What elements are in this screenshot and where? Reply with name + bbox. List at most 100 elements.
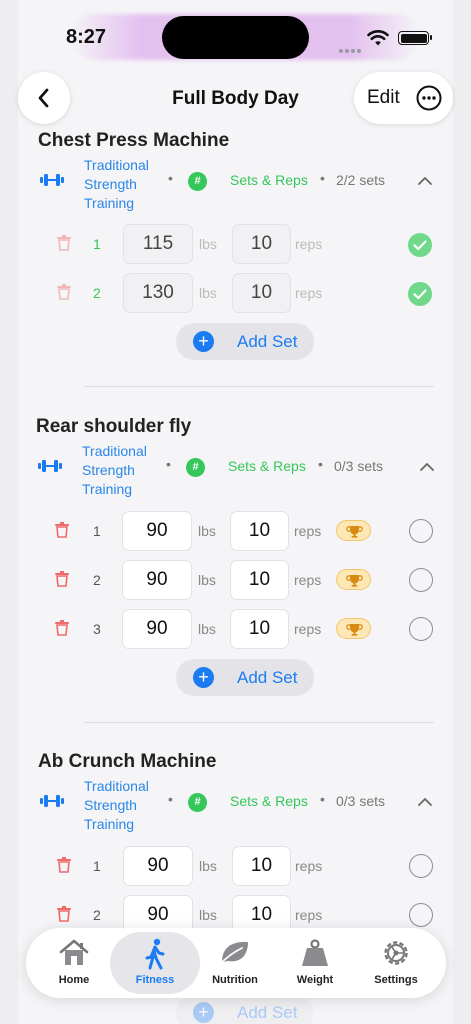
edit-menu-pill: Edit [354, 72, 453, 124]
reps-input[interactable]: 10 [232, 224, 291, 264]
separator-dot: • [318, 456, 323, 472]
reps-input[interactable]: 10 [230, 609, 289, 649]
leaf-icon [219, 941, 248, 965]
trash-icon[interactable] [57, 857, 71, 873]
separator-dot: • [320, 170, 325, 186]
trophy-icon [346, 575, 363, 587]
home-icon [59, 939, 89, 965]
reps-unit: reps [294, 523, 322, 539]
incomplete-circle-icon[interactable] [409, 854, 433, 878]
incomplete-circle-icon[interactable] [409, 519, 433, 543]
chevron-up-icon[interactable] [417, 797, 433, 807]
incomplete-circle-icon[interactable] [409, 903, 433, 927]
tab-label: Fitness [135, 974, 175, 986]
weight-unit: lbs [199, 907, 217, 923]
dynamic-island [162, 16, 309, 59]
battery-icon [398, 31, 432, 45]
weight-unit: lbs [199, 858, 217, 874]
trash-icon[interactable] [57, 235, 71, 251]
trophy-badge[interactable] [336, 569, 371, 590]
tab-weight[interactable]: Weight [275, 928, 355, 998]
gear-icon [384, 941, 408, 965]
more-options-icon[interactable] [416, 85, 442, 111]
trash-icon[interactable] [55, 571, 69, 587]
hash-icon: # [188, 793, 207, 812]
exercise-type: Traditional Strength Training [82, 443, 147, 497]
tab-fitness[interactable]: Fitness [110, 928, 200, 998]
reps-input[interactable]: 10 [230, 560, 289, 600]
reps-input[interactable]: 10 [232, 846, 291, 886]
weight-unit: lbs [199, 285, 217, 301]
incomplete-circle-icon[interactable] [409, 617, 433, 641]
weight-input[interactable]: 90 [123, 846, 193, 886]
weight-input[interactable]: 90 [122, 511, 192, 551]
tracking-mode: Sets & Reps [230, 172, 308, 188]
tab-home[interactable]: Home [34, 928, 114, 998]
weight-unit: lbs [198, 572, 216, 588]
tab-settings[interactable]: Settings [356, 928, 436, 998]
weight-input[interactable]: 90 [122, 609, 192, 649]
set-row: 2 90 lbs 10 reps [0, 560, 471, 600]
set-number: 1 [93, 523, 101, 539]
trophy-badge[interactable] [336, 520, 371, 541]
reps-unit: reps [295, 285, 323, 301]
trophy-icon [346, 624, 363, 636]
incomplete-circle-icon[interactable] [409, 568, 433, 592]
hash-icon: # [186, 458, 205, 477]
reps-input[interactable]: 10 [230, 511, 289, 551]
scale-weight-icon [302, 939, 328, 966]
trash-icon[interactable] [57, 906, 71, 922]
checkmark-circle-icon[interactable] [408, 282, 432, 306]
reps-unit: reps [295, 907, 323, 923]
exercise-type: Traditional Strength Training [84, 157, 149, 211]
status-time: 8:27 [66, 26, 107, 48]
add-set-label: Add Set [237, 668, 298, 687]
weight-input[interactable]: 115 [123, 224, 193, 264]
set-number: 2 [93, 572, 101, 588]
trophy-badge[interactable] [336, 618, 371, 639]
edit-button[interactable]: Edit [367, 87, 400, 109]
weight-input[interactable]: 130 [123, 273, 193, 313]
weight-unit: lbs [199, 236, 217, 252]
set-number: 1 [93, 858, 101, 874]
reps-unit: reps [294, 621, 322, 637]
checkmark-circle-icon[interactable] [408, 233, 432, 257]
trash-icon[interactable] [57, 284, 71, 300]
set-number: 2 [93, 907, 101, 923]
reps-unit: reps [294, 572, 322, 588]
weight-input[interactable]: 90 [122, 560, 192, 600]
plus-circle-icon: + [193, 1002, 214, 1023]
add-set-button[interactable]: + Add Set [176, 323, 314, 360]
exercise-meta: Traditional Strength Training • # Sets & R… [0, 156, 471, 216]
set-count: 0/3 sets [334, 458, 384, 474]
add-set-button[interactable]: + Add Set [176, 994, 314, 1024]
dumbbell-icon [38, 460, 62, 472]
dumbbell-icon [40, 174, 64, 186]
exercise-meta: Traditional Strength Training • # Sets & R… [0, 442, 471, 502]
trash-icon[interactable] [55, 522, 69, 538]
set-row: 1 90 lbs 10 reps [0, 846, 471, 886]
chevron-up-icon[interactable] [419, 462, 435, 472]
chevron-up-icon[interactable] [417, 176, 433, 186]
exercise-name: Chest Press Machine [38, 130, 230, 151]
set-row: 1 115 lbs 10 reps [0, 224, 471, 264]
divider [84, 722, 434, 723]
weight-unit: lbs [198, 621, 216, 637]
add-set-label: Add Set [237, 332, 298, 351]
reps-input[interactable]: 10 [232, 273, 291, 313]
divider [84, 386, 434, 387]
weight-unit: lbs [198, 523, 216, 539]
plus-circle-icon: + [193, 331, 214, 352]
trash-icon[interactable] [55, 620, 69, 636]
separator-dot: • [168, 791, 173, 807]
set-count: 2/2 sets [336, 172, 386, 188]
plus-circle-icon: + [193, 667, 214, 688]
exercise-name: Rear shoulder fly [36, 416, 192, 437]
separator-dot: • [166, 456, 171, 472]
reps-unit: reps [295, 858, 323, 874]
wifi-icon [367, 30, 389, 46]
add-set-button[interactable]: + Add Set [176, 659, 314, 696]
tab-nutrition[interactable]: Nutrition [195, 928, 275, 998]
hash-icon: # [188, 172, 207, 191]
nav-header: Full Body Day Edit [0, 72, 471, 126]
